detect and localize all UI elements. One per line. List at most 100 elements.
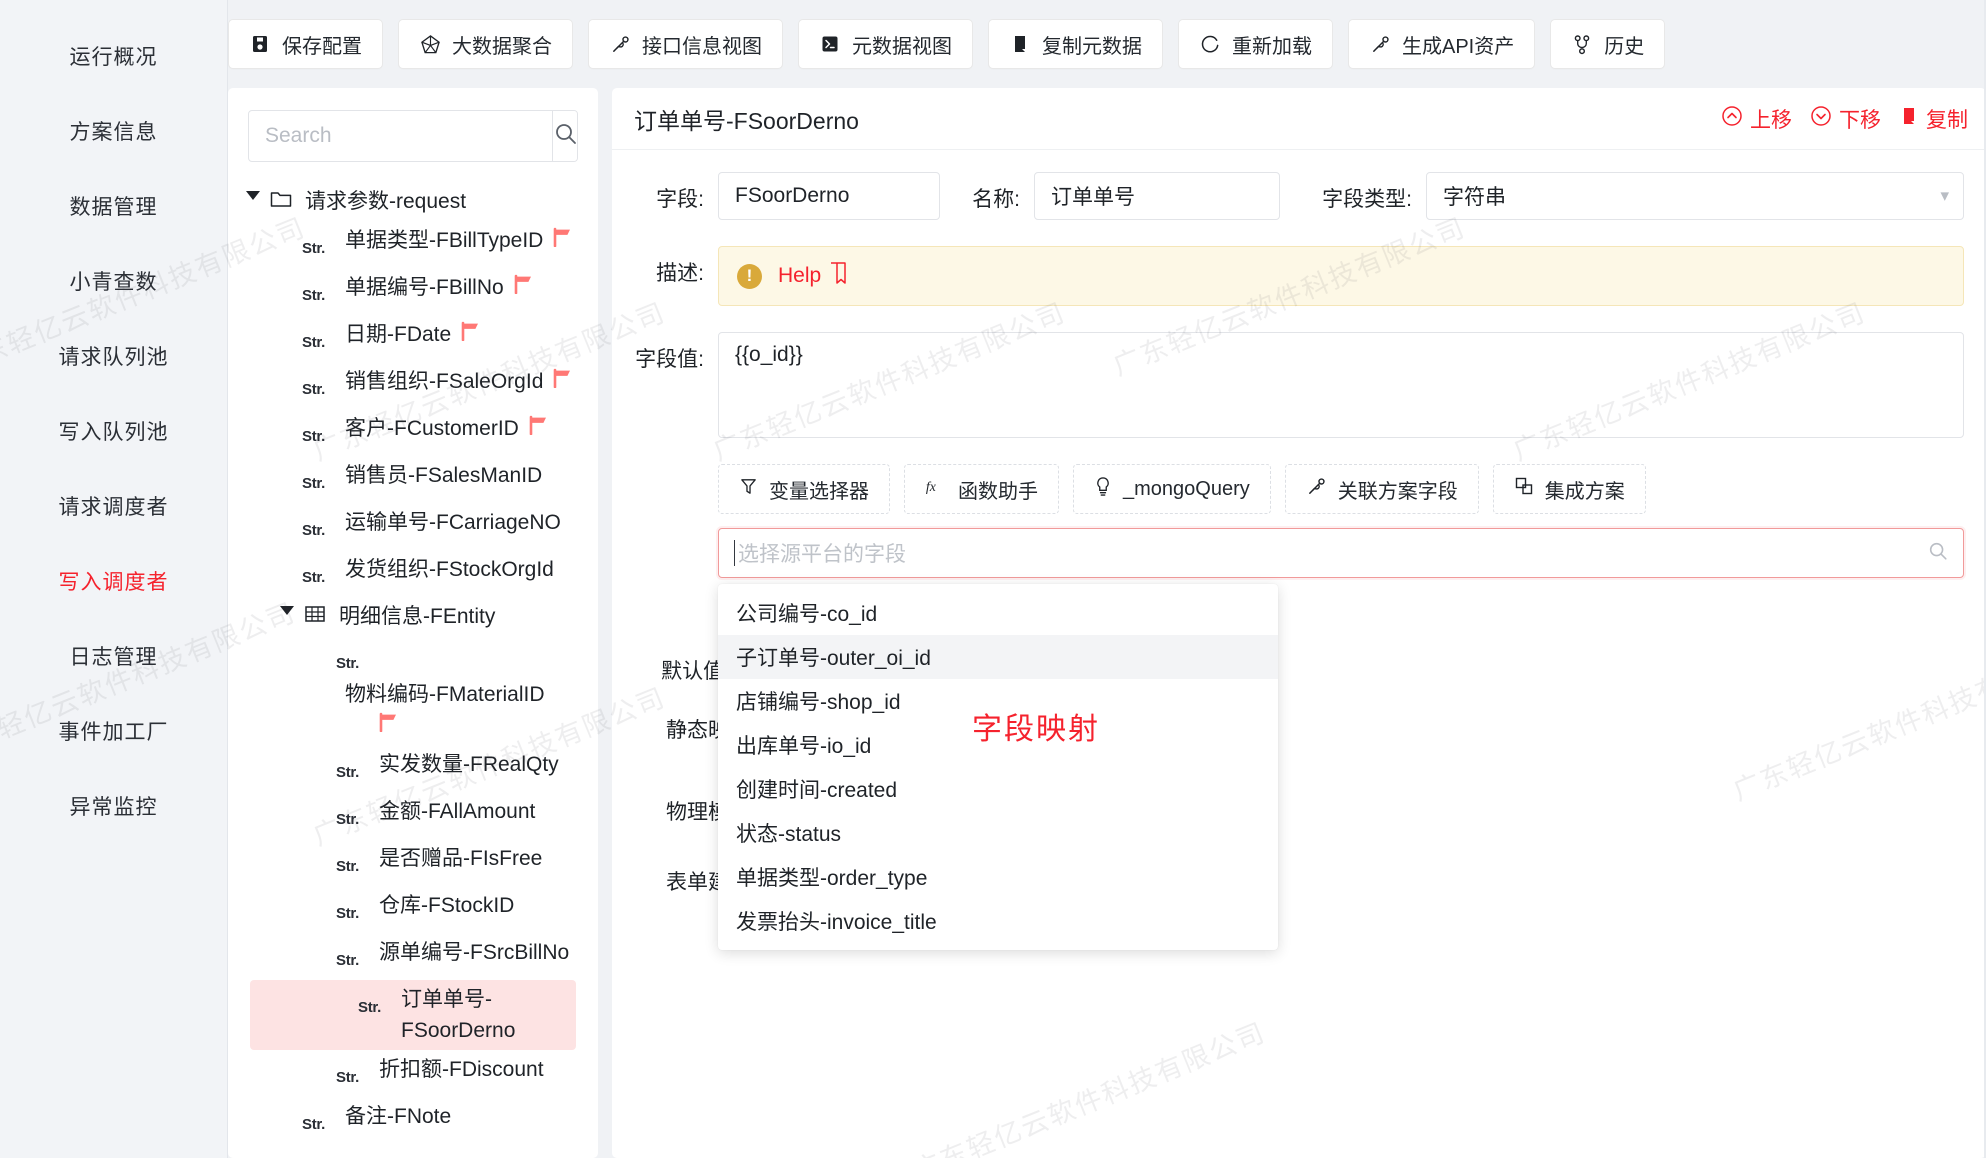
sidebar-item-label: 事件加工厂 [58, 720, 169, 744]
tree-node-fmaterialid[interactable]: Str. 物料编码-FMaterialID [228, 636, 568, 745]
field-type-select[interactable]: 字符串 ▾ [1426, 172, 1964, 220]
circle-up-icon [1721, 105, 1743, 133]
button-label: 函数助手 [958, 480, 1038, 503]
tree-node-request[interactable]: 请求参数-request [228, 182, 598, 221]
chevron-down-icon[interactable] [240, 186, 266, 200]
tree-node-label: 仓库-FStockID [379, 894, 515, 917]
type-tag-str: Str. [302, 522, 325, 539]
aggregate-icon [419, 33, 441, 55]
integration-scheme-button[interactable]: 集成方案 [1492, 464, 1646, 514]
field-value-textarea[interactable]: {{o_id}} [718, 332, 1964, 438]
big-data-aggregate-button[interactable]: 大数据聚合 [398, 19, 573, 69]
reload-button[interactable]: 重新加载 [1178, 19, 1333, 69]
help-link[interactable]: Help [778, 262, 847, 290]
tree-node-fdate[interactable]: Str. 日期-FDate [228, 315, 598, 362]
description-label: 描述: [656, 262, 704, 285]
button-label: 复制元数据 [1042, 35, 1142, 58]
action-label: 复制 [1926, 108, 1968, 132]
related-scheme-field-button[interactable]: 关联方案字段 [1284, 464, 1479, 514]
copy-action[interactable]: 复制 [1899, 104, 1968, 134]
sidebar-item-label: 数据管理 [69, 195, 158, 219]
history-button[interactable]: 历史 [1550, 19, 1666, 69]
sidebar-item-0[interactable]: 运行概况 [0, 18, 227, 93]
sidebar-item-8[interactable]: 日志管理 [0, 618, 227, 693]
tree-node-fstockorgid[interactable]: Str. 发货组织-FStockOrgId [228, 550, 598, 597]
tree-node-fsalesmanid[interactable]: Str. 销售员-FSalesManID [228, 456, 598, 503]
type-tag-str: Str. [302, 1116, 325, 1133]
generate-api-asset-button[interactable]: 生成API资产 [1348, 19, 1536, 69]
metadata-view-button[interactable]: 元数据视图 [798, 19, 973, 69]
tree-node-fallamount[interactable]: Str. 金额-FAllAmount [228, 792, 598, 839]
sidebar-item-label: 日志管理 [69, 645, 158, 669]
sidebar-item-5[interactable]: 写入队列池 [0, 393, 227, 468]
field-code-input[interactable]: FSoorDerno [718, 172, 940, 220]
variable-selector-button[interactable]: 变量选择器 [718, 464, 890, 514]
search-input[interactable] [249, 111, 552, 161]
tree-node-fnote[interactable]: Str. 备注-FNote [228, 1097, 598, 1144]
branch-icon [1571, 33, 1593, 55]
move-down-action[interactable]: 下移 [1810, 104, 1881, 134]
tree-node-fcarriageno[interactable]: Str. 运输单号-FCarriageNO [228, 503, 598, 550]
interface-info-view-button[interactable]: 接口信息视图 [588, 19, 783, 69]
tree-node-fsoorderno-selected[interactable]: Str. 订单单号-FSoorDerno [250, 980, 576, 1050]
copy-icon [1009, 33, 1031, 55]
sidebar-item-3[interactable]: 小青查数 [0, 243, 227, 318]
dropdown-option-order-type[interactable]: 单据类型-order_type [718, 855, 1278, 899]
function-helper-button[interactable]: fx 函数助手 [904, 464, 1059, 514]
dropdown-option-co-id[interactable]: 公司编号-co_id [718, 591, 1278, 635]
source-field-dropdown: 公司编号-co_id 子订单号-outer_oi_id 店铺编号-shop_id… [718, 584, 1278, 950]
flag-icon [552, 366, 574, 397]
terminal-icon [819, 33, 841, 55]
tree-search[interactable] [248, 110, 578, 162]
button-label: 保存配置 [282, 35, 362, 58]
sidebar-item-label: 异常监控 [69, 795, 158, 819]
dropdown-option-outer-oi-id[interactable]: 子订单号-outer_oi_id [718, 635, 1278, 679]
tree-node-fbillno[interactable]: Str. 单据编号-FBillNo [228, 268, 598, 315]
type-tag-str: Str. [302, 240, 325, 257]
tree-node-fcustomerid[interactable]: Str. 客户-FCustomerID [228, 409, 598, 456]
reload-icon [1199, 33, 1221, 55]
field-value-label: 字段值: [635, 348, 704, 371]
tree-node-fsrcbillno[interactable]: Str. 源单编号-FSrcBillNo [228, 933, 598, 980]
type-tag-str: Str. [336, 1069, 359, 1086]
move-up-action[interactable]: 上移 [1721, 104, 1792, 134]
dropdown-option-status[interactable]: 状态-status [718, 811, 1278, 855]
sidebar-item-6[interactable]: 请求调度者 [0, 468, 227, 543]
tree-node-fbilltypeid[interactable]: Str. 单据类型-FBillTypeID [228, 221, 598, 268]
button-label: 变量选择器 [769, 480, 869, 503]
tree-node-label: 运输单号-FCarriageNO [345, 511, 561, 534]
help-label: Help [778, 264, 822, 287]
sidebar-item-label: 小青查数 [69, 270, 158, 294]
sidebar-item-9[interactable]: 事件加工厂 [0, 693, 227, 768]
chevron-down-icon[interactable] [274, 601, 300, 615]
tree-node-fstockid[interactable]: Str. 仓库-FStockID [228, 886, 598, 933]
sidebar-item-7-active[interactable]: 写入调度者 [0, 543, 227, 618]
placeholder-text: 选择源平台的字段 [738, 543, 906, 566]
tree-node-label: 单据类型-FBillTypeID [345, 229, 544, 252]
copy-metadata-button[interactable]: 复制元数据 [988, 19, 1163, 69]
search-button[interactable] [552, 111, 577, 161]
tree-node-fsaleorgid[interactable]: Str. 销售组织-FSaleOrgId [228, 362, 598, 409]
source-field-select[interactable]: 选择源平台的字段 [718, 528, 1964, 578]
field-name-input[interactable]: 订单单号 [1034, 172, 1280, 220]
save-config-button[interactable]: 保存配置 [228, 19, 383, 69]
sidebar-item-4[interactable]: 请求队列池 [0, 318, 227, 393]
tree-node-fdiscount[interactable]: Str. 折扣额-FDiscount [228, 1050, 598, 1097]
dropdown-option-invoice-title[interactable]: 发票抬头-invoice_title [718, 899, 1278, 943]
tree-node-label: 实发数量-FRealQty [379, 753, 559, 776]
tree-node-frealqty[interactable]: Str. 实发数量-FRealQty [228, 745, 598, 792]
tree-node-fisfree[interactable]: Str. 是否赠品-FIsFree [228, 839, 598, 886]
tree-node-label: 源单编号-FSrcBillNo [379, 941, 570, 964]
mongo-query-button[interactable]: _mongoQuery [1073, 464, 1271, 514]
button-label: 重新加载 [1232, 35, 1312, 58]
search-icon[interactable] [1927, 540, 1949, 567]
sidebar-item-10[interactable]: 异常监控 [0, 768, 227, 843]
tree-node-fentity[interactable]: 明细信息-FEntity [228, 597, 598, 636]
dropdown-option-created[interactable]: 创建时间-created [718, 767, 1278, 811]
source-field-placeholder: 选择源平台的字段 [734, 538, 906, 568]
type-tag-str: Str. [336, 952, 359, 969]
type-tag-str: Str. [336, 655, 359, 672]
sidebar-item-1[interactable]: 方案信息 [0, 93, 227, 168]
app-root: 运行概况 方案信息 数据管理 小青查数 请求队列池 写入队列池 请求调度者 写入… [0, 0, 1986, 1158]
sidebar-item-2[interactable]: 数据管理 [0, 168, 227, 243]
